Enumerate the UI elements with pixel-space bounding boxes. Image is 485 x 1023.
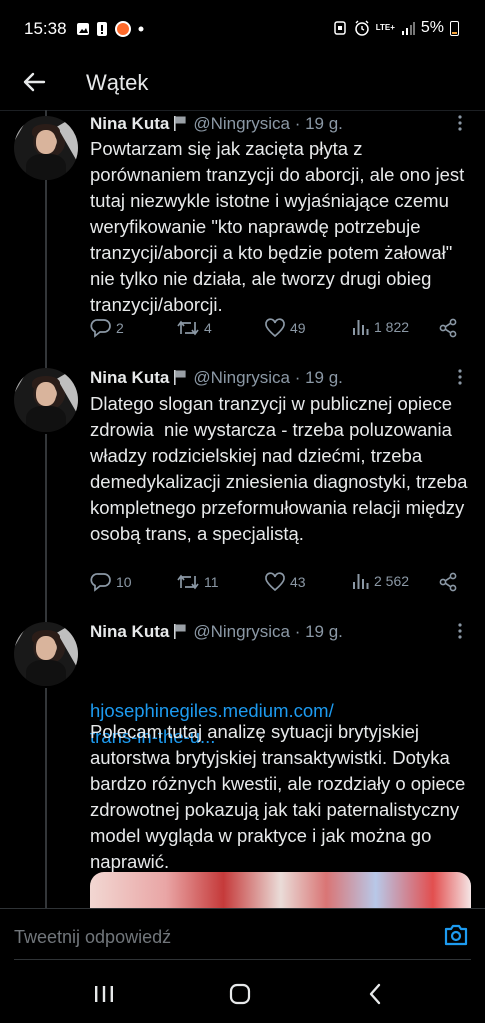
share-icon [439,572,457,592]
author-handle[interactable]: @Ningrysica [193,622,290,641]
divider [14,959,471,960]
author-handle[interactable]: @Ningrysica [193,368,290,387]
network-type: LTE+ [375,23,395,32]
more-options-icon[interactable] [451,622,469,640]
back-icon[interactable] [364,982,388,1006]
like-count: 43 [290,574,306,590]
retweet-icon [177,320,199,336]
avatar[interactable] [14,622,78,686]
heart-icon [265,318,285,338]
page-title: Wątek [86,70,149,95]
tweet-actions: 10 11 43 2 562 [90,572,470,596]
flag-icon [174,370,186,385]
more-options-icon[interactable] [451,114,469,132]
retweet-count: 11 [204,574,219,590]
avatar[interactable] [14,368,78,432]
signal-icon [401,22,415,35]
flag-icon [174,116,186,131]
alarm-icon [354,20,369,36]
view-count: 2 562 [374,573,410,589]
tweet-actions: 2 4 49 1 822 [90,318,470,342]
tweet[interactable]: Nina Kuta @Ningrysica · 19 g. Dlatego slo… [0,364,485,614]
retweet-button[interactable]: 4 [176,318,212,338]
battery-percent: 5% [420,19,444,36]
more-notifications-icon [138,26,144,32]
views-icon [353,320,369,335]
reply-button[interactable]: 10 [90,572,132,592]
status-time: 15:38 [24,19,67,38]
reply-button[interactable]: 2 [90,318,124,338]
tweet-text: Powtarzam się jak zacięta płyta z porówn… [90,138,470,315]
tweet-header: Nina Kuta @Ningrysica · 19 g. [90,114,343,138]
retweet-button[interactable]: 11 [176,572,219,592]
tweet-time[interactable]: · 19 g. [295,622,343,641]
status-bar: 15:38 LTE+ 5% [0,0,485,58]
author-name[interactable]: Nina Kuta [90,114,169,133]
views-button[interactable]: 2 562 [352,572,409,590]
tweet-time[interactable]: · 19 g. [295,114,343,133]
heart-icon [265,572,285,592]
battery-icon [450,20,459,36]
gallery-icon [77,23,89,35]
rotate-lock-icon [333,21,346,35]
views-icon [353,574,369,589]
more-options-icon[interactable] [451,368,469,386]
flag-icon [174,624,186,639]
share-icon [439,318,457,338]
author-name[interactable]: Nina Kuta [90,622,169,641]
tweet-text: Polecam tutaj analizę sytuacji brytyjski… [90,721,471,872]
reply-bar [0,908,485,961]
author-handle[interactable]: @Ningrysica [193,114,290,133]
share-button[interactable] [438,572,458,592]
notification-icons [76,20,144,38]
alert-icon [97,22,107,36]
share-button[interactable] [438,318,458,338]
app-notification-icon [115,21,131,37]
retweet-count: 4 [204,320,212,336]
view-count: 1 822 [374,319,410,335]
reply-input[interactable] [14,927,394,948]
tweet-time[interactable]: · 19 g. [295,368,343,387]
tweet-header: Nina Kuta @Ningrysica · 19 g. [90,368,343,392]
recent-apps-icon[interactable] [92,982,116,1006]
camera-icon[interactable] [443,923,469,947]
avatar[interactable] [14,116,78,180]
author-name[interactable]: Nina Kuta [90,368,169,387]
like-count: 49 [290,320,306,336]
tweet[interactable]: Nina Kuta @Ningrysica · 19 g. Powtarzam s… [0,110,485,360]
tweet-header: Nina Kuta @Ningrysica · 19 g. [90,622,343,646]
like-button[interactable]: 43 [264,572,306,592]
tweet-text: Dlatego slogan tranzycji w publicznej op… [90,393,473,544]
views-button[interactable]: 1 822 [352,318,409,336]
tweet[interactable]: Nina Kuta @Ningrysica · 19 g. hjosephineg… [0,618,485,908]
retweet-icon [177,574,199,590]
system-nav-bar [0,962,485,1023]
system-icons: LTE+ 5% [332,19,459,37]
top-bar: Wątek [0,58,485,111]
reply-icon [90,319,111,338]
home-icon[interactable] [228,982,252,1006]
reply-icon [90,573,111,592]
media-image[interactable] [90,872,471,912]
back-arrow-icon[interactable] [20,68,48,96]
reply-count: 10 [116,574,132,590]
reply-count: 2 [116,320,124,336]
like-button[interactable]: 49 [264,318,306,338]
